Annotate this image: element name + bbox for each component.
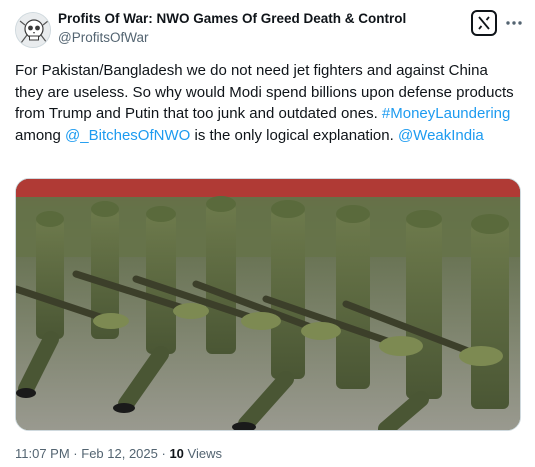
tweet-date[interactable]: Feb 12, 2025 [81,446,158,461]
grok-icon [478,16,490,30]
meta-separator: · [69,446,82,461]
more-icon [506,21,522,25]
meta-separator: · [157,446,170,461]
tweet-media-image[interactable] [15,178,521,431]
skull-avatar-icon [16,13,50,47]
author-display-name[interactable]: Profits Of War: NWO Games Of Greed Death… [58,11,406,26]
tweet-text-part3: is the only logical explanation. [190,126,398,144]
grok-button[interactable] [471,10,497,36]
tweet-time[interactable]: 11:07 PM [15,446,70,461]
mention-link-2[interactable]: @WeakIndia [398,127,484,144]
marching-soldiers-photo [16,179,520,430]
views-count: 10 [169,446,184,461]
views-label: Views [183,446,222,461]
tweet-meta: 11:07 PM · Feb 12, 2025 · 10 Views [15,446,222,461]
tweet-text: For Pakistan/Bangladesh we do not need j… [15,60,520,146]
tweet-text-part2: among [15,126,66,144]
avatar[interactable] [15,12,51,48]
author-handle[interactable]: @ProfitsOfWar [58,30,406,45]
tweet-header: Profits Of War: NWO Games Of Greed Death… [58,11,406,45]
more-options-button[interactable] [503,10,525,36]
mention-link-1[interactable]: @_BitchesOfNWO [65,127,190,144]
hashtag-link[interactable]: #MoneyLaundering [382,105,510,122]
